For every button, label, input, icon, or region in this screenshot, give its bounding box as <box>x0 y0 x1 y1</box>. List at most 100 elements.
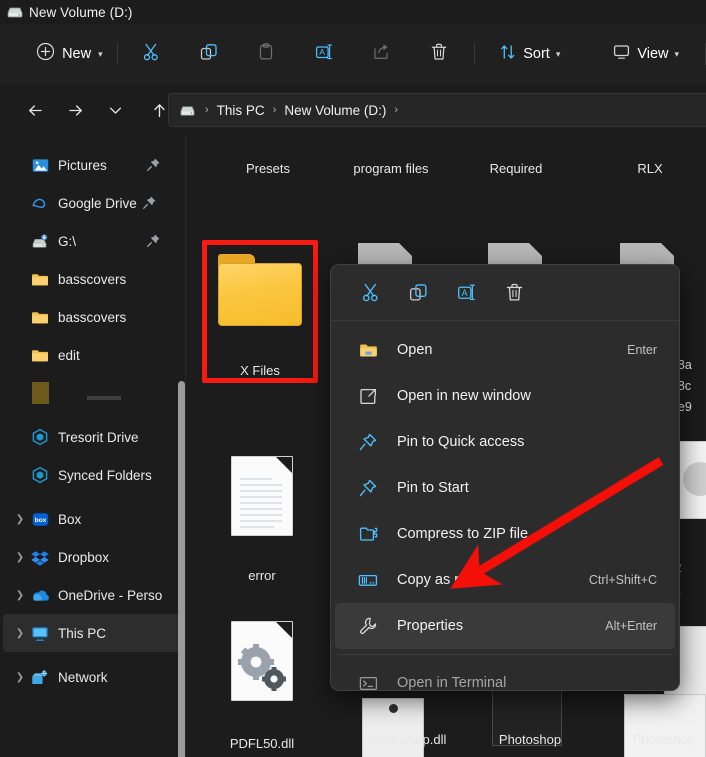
sidebar-item-dropbox[interactable]: ❯ Dropbox <box>3 538 183 576</box>
chevron-right-icon[interactable]: ❯ <box>11 514 29 525</box>
item-label-photoshop-1: Photoshop <box>498 732 562 747</box>
sidebar-item-synced-folders[interactable]: Synced Folders <box>3 456 183 494</box>
dropbox-icon <box>29 549 51 566</box>
view-button[interactable]: View ▾ <box>604 37 687 71</box>
context-menu-item-accel: Alt+Enter <box>605 619 657 633</box>
share-icon <box>371 42 391 67</box>
share-button[interactable] <box>359 37 402 71</box>
pin-icon <box>355 478 381 498</box>
context-menu-item-label: Open in new window <box>397 388 531 404</box>
breadcrumb-item-new-volume[interactable]: New Volume (D:) <box>281 103 389 118</box>
breadcrumb-item-this-pc[interactable]: This PC <box>214 103 268 118</box>
sidebar-item-label: OneDrive - Perso <box>58 587 163 603</box>
back-button[interactable] <box>20 95 50 125</box>
context-menu-item-label: Open <box>397 342 433 358</box>
breadcrumb[interactable]: › This PC › New Volume (D:) › <box>168 93 706 127</box>
breadcrumb-separator: › <box>272 104 277 116</box>
item-label-program-files: program files <box>353 161 429 176</box>
context-menu-item-copy-as-path[interactable]: Copy as path Ctrl+Shift+C <box>335 557 675 603</box>
sidebar-item-tresorit-drive[interactable]: Tresorit Drive <box>3 418 183 456</box>
svg-text:A: A <box>319 47 325 57</box>
forward-button[interactable] <box>60 95 90 125</box>
item-label-photoshop-2: Photoshop <box>632 732 696 747</box>
context-menu-item-open[interactable]: Open Enter <box>335 327 675 373</box>
context-menu-item-open-in-terminal[interactable]: Open in Terminal <box>335 660 675 690</box>
paste-button[interactable] <box>245 37 288 71</box>
rename-button[interactable]: A <box>302 37 345 71</box>
sort-button[interactable]: Sort ▾ <box>491 37 568 71</box>
sidebar-item-edit[interactable]: edit <box>3 336 183 374</box>
sidebar-item-label: This PC <box>58 625 107 641</box>
arrow-up-icon <box>153 103 165 117</box>
context-menu-item-open-in-new-window[interactable]: Open in new window <box>335 373 675 419</box>
sidebar-item-pictures[interactable]: Pictures <box>3 146 183 184</box>
chevron-right-icon[interactable]: ❯ <box>11 552 29 563</box>
sidebar-item-label: basscovers <box>58 271 127 287</box>
sidebar-item-box[interactable]: ❯ box Box <box>3 500 183 538</box>
copy-icon <box>199 42 219 67</box>
file-icon-photoshop-2[interactable] <box>624 694 706 757</box>
cut-button[interactable] <box>130 37 173 71</box>
sidebar-item-label: Network <box>58 669 108 685</box>
sidebar-scrollbar[interactable] <box>178 381 185 757</box>
new-button-label: New <box>62 46 92 62</box>
item-label-error: error <box>248 568 276 583</box>
sidebar-item-basscovers-2[interactable]: basscovers <box>3 298 183 336</box>
clipboard-icon <box>256 42 276 67</box>
context-menu-item-properties[interactable]: Properties Alt+Enter <box>335 603 675 649</box>
sort-arrows-icon <box>499 43 517 66</box>
item-label-x-files: X Files <box>240 363 280 378</box>
trash-icon <box>506 283 522 301</box>
context-menu-separator <box>337 654 673 655</box>
chevron-right-icon[interactable]: ❯ <box>11 628 29 639</box>
copy-button[interactable] <box>187 37 230 71</box>
svg-text:A: A <box>461 288 467 298</box>
file-icon-photoshop-dll[interactable] <box>362 698 424 757</box>
network-icon <box>29 669 51 686</box>
sidebar-item-onedrive[interactable]: ❯ OneDrive - Perso <box>3 576 183 614</box>
context-menu[interactable]: A Open Enter Open in new window Pin to Q… <box>330 264 680 691</box>
monitor-icon <box>612 42 631 66</box>
rename-icon: A <box>457 284 475 301</box>
sidebar-item-google-drive[interactable]: Google Drive <box>3 184 183 222</box>
breadcrumb-separator: › <box>205 104 209 116</box>
copy-button[interactable] <box>395 275 441 311</box>
folder-icon-x-files[interactable] <box>218 254 302 326</box>
sidebar-item-this-pc[interactable]: ❯ This PC <box>3 614 183 652</box>
cut-button[interactable] <box>347 275 393 311</box>
title-bar: New Volume (D:) <box>0 0 706 24</box>
sidebar-item-label: Dropbox <box>58 549 110 565</box>
chevron-right-icon[interactable]: ❯ <box>11 672 29 683</box>
sidebar-item-g-drive[interactable]: G:\ <box>3 222 183 260</box>
sidebar-item-label: edit <box>58 347 80 363</box>
folder-icon <box>29 272 51 287</box>
pin-icon[interactable] <box>142 195 157 215</box>
pin-icon[interactable] <box>146 157 161 177</box>
context-menu-item-label: Pin to Quick access <box>397 434 525 450</box>
rename-icon: A <box>314 42 334 67</box>
delete-button[interactable] <box>417 37 460 71</box>
sidebar-item-basscovers-1[interactable]: basscovers <box>3 260 183 298</box>
rename-button[interactable]: A <box>443 275 489 311</box>
zip-icon <box>355 525 381 543</box>
item-label-rlx: RLX <box>637 161 663 176</box>
chevron-right-icon[interactable]: ❯ <box>11 590 29 601</box>
context-menu-item-label: Copy as path <box>397 572 483 588</box>
recent-locations-button[interactable] <box>100 95 130 125</box>
sidebar-item-loading[interactable] <box>3 374 183 412</box>
sidebar-item-label: basscovers <box>58 309 127 325</box>
this-pc-icon <box>29 625 51 642</box>
context-menu-item-label: Pin to Start <box>397 480 469 496</box>
context-menu-item-pin-to-start[interactable]: Pin to Start <box>335 465 675 511</box>
file-icon-dll[interactable] <box>231 621 293 701</box>
file-icon-document[interactable] <box>231 456 293 536</box>
delete-button[interactable] <box>491 275 537 311</box>
sidebar-item-network[interactable]: ❯ Network <box>3 658 183 696</box>
pin-icon[interactable] <box>146 233 161 253</box>
context-menu-item-compress-to-zip[interactable]: Compress to ZIP file <box>335 511 675 557</box>
chevron-down-icon: ▾ <box>98 48 103 59</box>
context-menu-item-label: Properties <box>397 618 464 634</box>
context-menu-item-pin-to-quick-access[interactable]: Pin to Quick access <box>335 419 675 465</box>
new-button[interactable]: New ▾ <box>22 37 117 71</box>
context-menu-item-label: Compress to ZIP file <box>397 526 529 542</box>
